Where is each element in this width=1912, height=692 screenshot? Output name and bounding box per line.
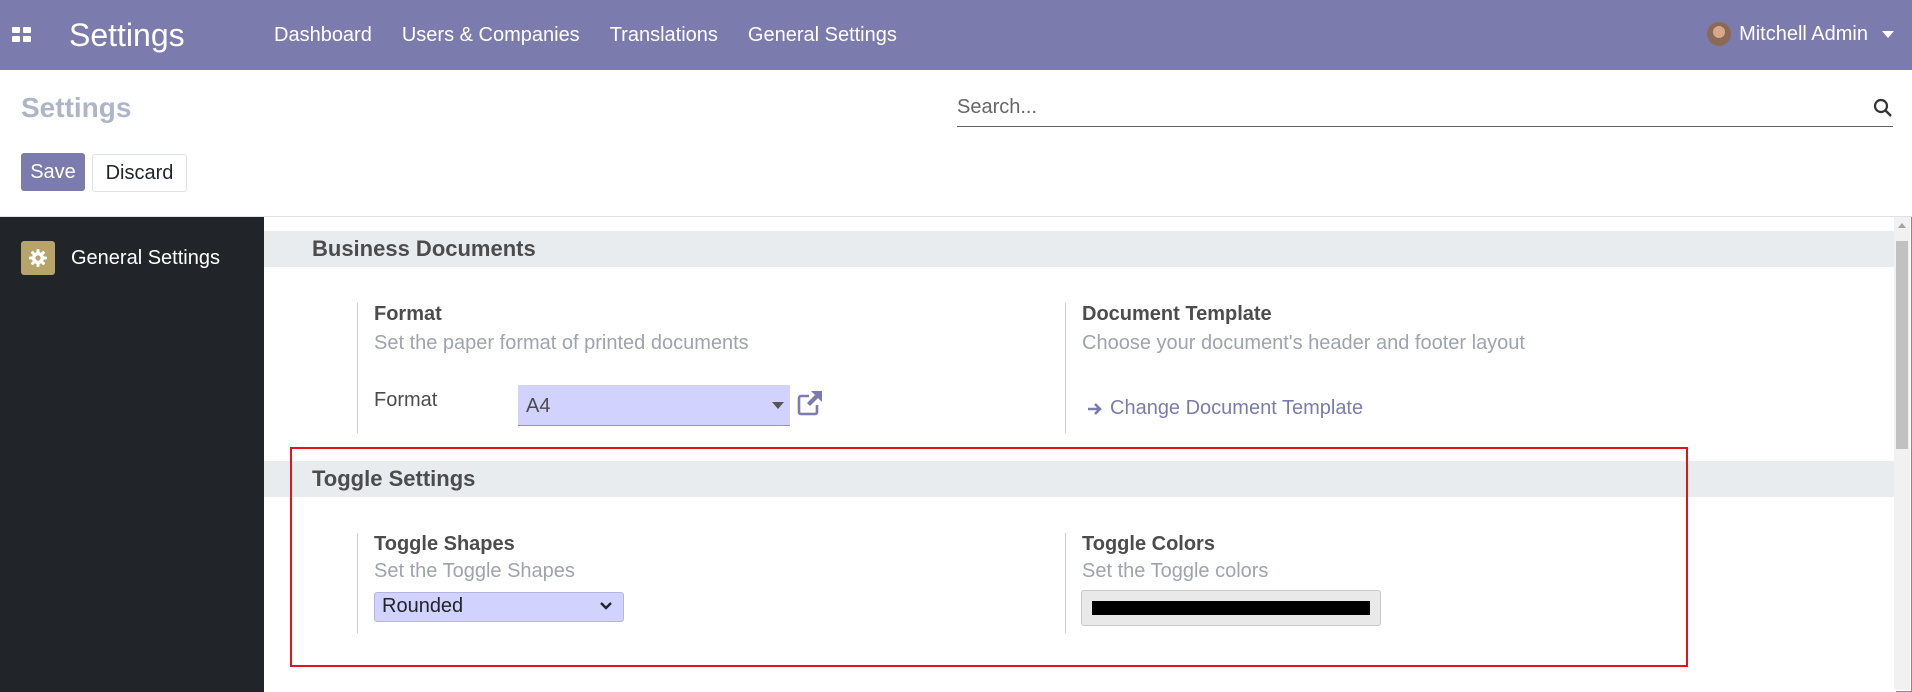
nav-item-general-settings[interactable]: General Settings [748,24,897,47]
format-select[interactable]: A4 [518,385,790,426]
format-select-value: A4 [526,395,551,417]
scrollbar-thumb[interactable] [1896,241,1908,449]
avatar [1707,22,1732,46]
sidebar-item-general-settings[interactable]: General Settings [0,237,264,279]
setting-description: Choose your document's header and footer… [1082,332,1525,354]
search-input[interactable]: Search... [957,90,1893,127]
arrow-right-icon [1088,402,1102,415]
search-placeholder: Search... [957,96,1038,118]
external-link-icon[interactable] [795,388,825,418]
save-button[interactable]: Save [21,153,85,191]
section-header-business-documents: Business Documents [264,231,1894,267]
format-field-label: Format [374,389,438,411]
setting-title: Format [374,303,442,325]
setting-description: Set the paper format of printed document… [374,332,749,354]
scrollbar[interactable] [1894,217,1910,690]
sidebar-item-label: General Settings [71,246,220,269]
section-title: Business Documents [312,236,536,261]
app-brand[interactable]: Settings [69,17,185,54]
user-menu[interactable]: Mitchell Admin [1707,22,1894,46]
user-name: Mitchell Admin [1739,22,1868,45]
page-title: Settings [21,92,132,123]
link-label: Change Document Template [1110,397,1364,419]
control-panel: Settings Search... Save Discard [0,70,1912,217]
highlight-box [290,447,1688,667]
chevron-down-icon [1882,30,1894,38]
discard-button[interactable]: Discard [92,154,187,192]
search-icon[interactable] [1873,98,1893,118]
nav-menu: Dashboard Users & Companies Translations… [274,24,897,47]
nav-item-dashboard[interactable]: Dashboard [274,24,372,47]
apps-menu-icon[interactable] [12,27,32,43]
nav-item-users-companies[interactable]: Users & Companies [402,24,580,47]
top-navbar: Settings Dashboard Users & Companies Tra… [0,0,1912,70]
dropdown-caret-icon [772,402,784,409]
change-document-template-link[interactable]: Change Document Template [1086,397,1363,420]
setting-title: Document Template [1082,303,1272,325]
settings-sidebar: General Settings [0,217,264,692]
gear-icon [21,241,55,275]
scroll-up-arrow-icon[interactable] [1898,223,1906,228]
nav-item-translations[interactable]: Translations [610,24,718,47]
